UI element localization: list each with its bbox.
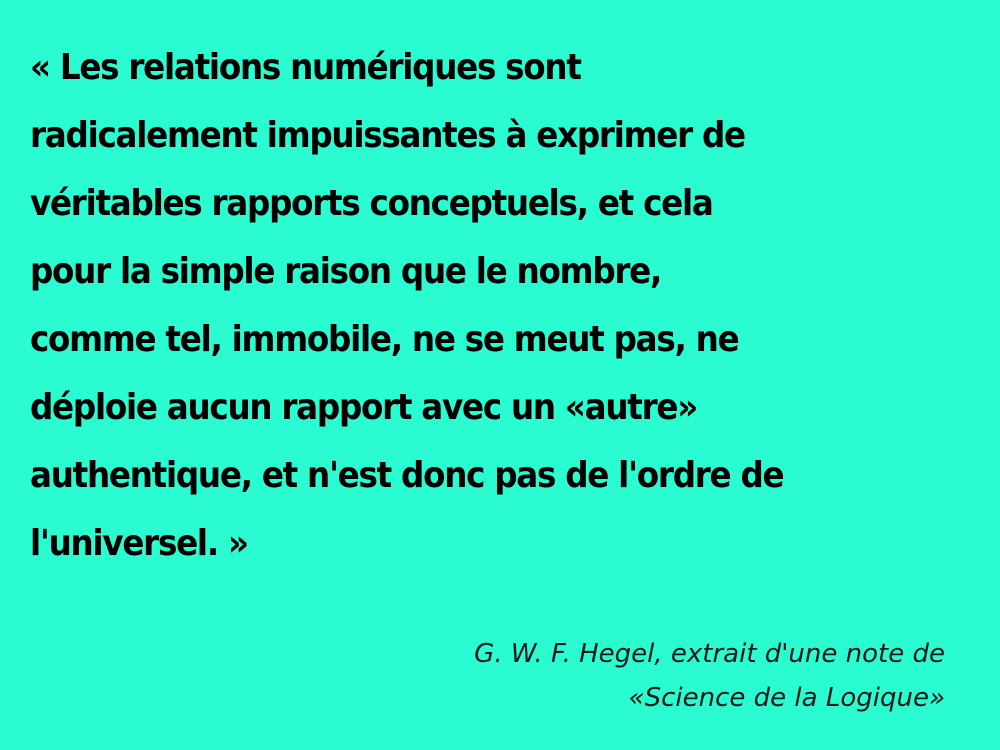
quote-text: « Les relations numériques sont radicale… [30, 34, 890, 578]
quote-line: comme tel, immobile, ne se meut pas, ne [30, 319, 740, 360]
slide: « Les relations numériques sont radicale… [0, 0, 1000, 750]
quote-line: l'universel. » [30, 523, 249, 564]
quote-line: « Les relations numériques sont [30, 47, 582, 88]
quote-attribution: G. W. F. Hegel, extrait d'une note de «S… [245, 632, 945, 720]
attribution-line: G. W. F. Hegel, extrait d'une note de [474, 639, 945, 669]
quote-line: déploie aucun rapport avec un «autre» [30, 387, 698, 428]
attribution-line: «Science de la Logique» [628, 683, 945, 713]
quote-line: véritables rapports conceptuels, et cela [30, 183, 714, 224]
quote-line: authentique, et n'est donc pas de l'ordr… [30, 455, 785, 496]
quote-line: pour la simple raison que le nombre, [30, 251, 662, 292]
quote-line: radicalement impuissantes à exprimer de [30, 115, 746, 156]
